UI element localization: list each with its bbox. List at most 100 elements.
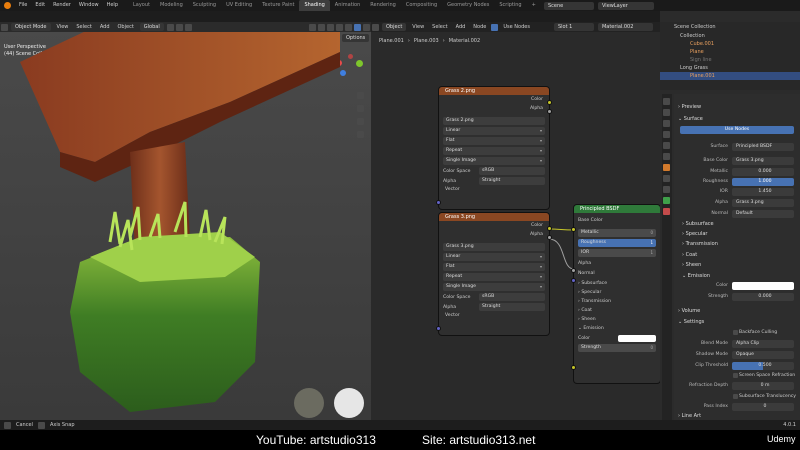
image-texture-node[interactable]: Grass 3.png Color Alpha Grass 3.png Line… [436,213,552,335]
menu-edit[interactable]: Edit [31,0,49,11]
normal-value[interactable]: Default [732,210,794,218]
3d-viewport[interactable]: Object Mode View Select Add Object Globa… [0,22,371,420]
scene-selector[interactable]: Scene [544,1,594,10]
shadow-mode-dropdown[interactable]: Opaque [732,351,794,359]
panel-emission[interactable]: ⌄ Emission [682,271,710,281]
emission-strength-value[interactable]: 0.000 [732,293,794,301]
panel-settings[interactable]: ⌄ Settings [678,317,704,327]
tab-compositing[interactable]: Compositing [401,0,442,11]
node-header[interactable]: Grass 3.png [439,213,549,221]
principled-bsdf-node[interactable]: Principled BSDF Base Color Metallic 0 Rou… [571,205,660,383]
tab-geometry-nodes[interactable]: Geometry Nodes [442,0,494,11]
panel-line-art[interactable]: › Line Art [678,412,701,420]
base-color-socket[interactable] [571,227,576,232]
source-dropdown[interactable]: Single Image ▾ [443,283,545,291]
interpolation-dropdown[interactable]: Linear ▾ [443,253,545,261]
panel-sheen[interactable]: › Sheen [682,260,701,270]
base-color-link[interactable]: Grass 3.png [732,157,794,165]
viewport-menu-select[interactable]: Select [72,22,95,33]
outliner-item[interactable]: Sign line [690,56,712,64]
color-space-dropdown[interactable]: sRGB [479,293,545,301]
backface-culling-toggle[interactable]: Backface Culling [732,330,777,335]
blender-logo-icon[interactable] [4,2,11,9]
outliner-item[interactable]: Long Grass [680,64,708,72]
object-mode-dropdown[interactable]: Object Mode [11,23,51,31]
image-selector[interactable]: Grass 2.png [443,117,545,125]
pivot-icon[interactable] [166,23,174,31]
clip-threshold-slider[interactable]: 0.500 [732,362,794,370]
shading-material-icon[interactable] [354,23,361,31]
menu-help[interactable]: Help [103,0,122,11]
panel-specular[interactable]: › Specular [682,229,707,239]
proportional-icon[interactable] [184,23,192,31]
panel-emission[interactable]: ⌄ Emission [574,324,660,333]
ior-field[interactable]: IOR 1 [578,249,656,257]
viewport-menu-view[interactable]: View [53,22,73,33]
viewport-menu-add[interactable]: Add [96,22,114,33]
menu-file[interactable]: File [15,0,31,11]
refraction-depth-value[interactable]: 0 m [732,382,794,390]
panel-coat[interactable]: › Coat [574,306,660,315]
alpha-mode-dropdown[interactable]: Straight [479,177,545,185]
ior-value[interactable]: 1.450 [732,188,794,196]
vector-input-socket[interactable] [436,326,441,331]
surface-shader-selector[interactable]: Principled BSDF [732,143,794,151]
shading-solid-icon[interactable] [345,23,352,31]
panel-transmission[interactable]: › Transmission [574,297,660,306]
panel-volume[interactable]: › Volume [678,306,700,316]
shading-rendered-icon[interactable] [363,23,370,31]
tab-uv-editing[interactable]: UV Editing [221,0,257,11]
add-workspace-button[interactable]: + [527,0,541,11]
panel-specular[interactable]: › Specular [574,288,660,297]
alpha-link[interactable]: Grass 3.png [732,199,794,207]
color-space-dropdown[interactable]: sRGB [479,167,545,175]
editor-type-icon[interactable] [1,23,8,31]
roughness-value[interactable]: 1.000 [732,178,794,186]
emission-color-swatch[interactable] [618,335,656,342]
gizmo-icon[interactable] [318,23,325,31]
panel-transmission[interactable]: › Transmission [682,239,718,249]
alpha-output-socket[interactable] [547,109,552,114]
panel-coat[interactable]: › Coat [682,250,697,260]
node-header[interactable]: Grass 2.png [439,87,549,95]
projection-dropdown[interactable]: Flat ▾ [443,137,545,145]
panel-sheen[interactable]: › Sheen [574,315,660,324]
shader-editor[interactable]: Object View Select Add Node Use Nodes Sl… [371,22,660,420]
subsurface-translucency-toggle[interactable]: Subsurface Translucency [732,394,796,399]
image-texture-node[interactable]: Grass 2.png Color Alpha Grass 2.png Line… [436,87,552,209]
viewport-menu-object[interactable]: Object [114,22,138,33]
emission-strength-field[interactable]: Strength 0 [578,344,656,352]
emission-color-swatch[interactable] [732,282,794,290]
image-selector[interactable]: Grass 3.png [443,243,545,251]
tab-animation[interactable]: Animation [330,0,366,11]
vector-input-socket[interactable] [436,200,441,205]
viewlayer-selector[interactable]: ViewLayer [598,1,654,10]
panel-subsurface[interactable]: › Subsurface [682,219,714,229]
snap-icon[interactable] [175,23,183,31]
use-nodes-button[interactable]: Use Nodes [680,126,794,134]
panel-preview[interactable]: › Preview [678,102,701,112]
output-tab-icon[interactable] [663,120,670,127]
pass-index-value[interactable]: 0 [732,403,794,411]
tab-scripting[interactable]: Scripting [494,0,526,11]
roughness-field[interactable]: Roughness 1 [578,239,656,247]
outliner-item[interactable]: Plane [690,48,704,56]
tool-tab-icon[interactable] [663,98,670,105]
color-output-socket[interactable] [547,226,552,231]
emission-color-socket[interactable] [571,365,576,370]
outliner-item[interactable]: Collection [680,32,705,40]
tab-layout[interactable]: Layout [128,0,155,11]
view-layer-tab-icon[interactable] [663,131,670,138]
outliner-item[interactable]: Cube.001 [690,40,714,48]
xray-icon[interactable] [336,23,343,31]
orientation-dropdown[interactable]: Global [139,23,164,31]
tab-modeling[interactable]: Modeling [155,0,188,11]
ssr-toggle[interactable]: Screen Space Refraction [732,373,795,378]
panel-subsurface[interactable]: › Subsurface [574,279,660,288]
outliner-item[interactable]: Plane.001 [690,72,715,80]
tab-sculpting[interactable]: Sculpting [188,0,221,11]
outliner[interactable]: Scene Collection Collection Cube.001 Pla… [660,22,800,90]
panel-surface[interactable]: ⌄ Surface [678,114,703,124]
normal-socket[interactable] [571,278,576,283]
alpha-mode-dropdown[interactable]: Straight [479,303,545,311]
